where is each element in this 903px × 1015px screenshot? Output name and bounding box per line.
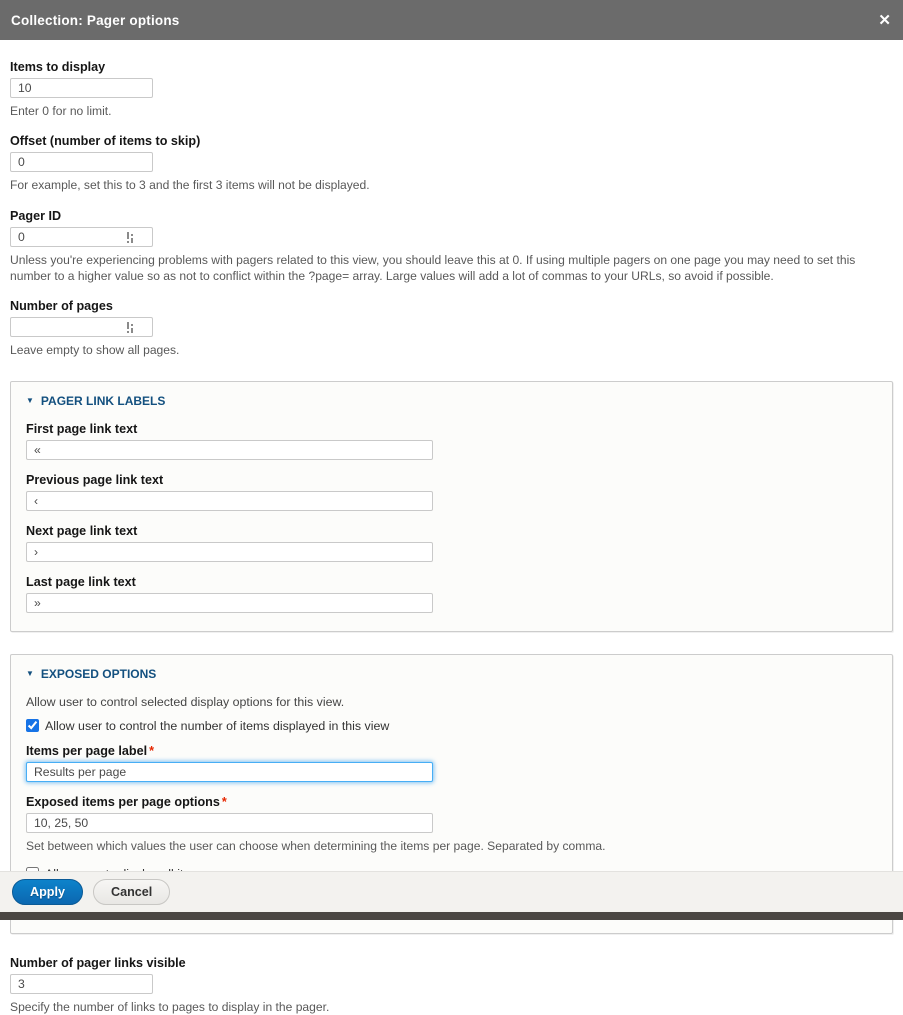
form-item-first-page-link: First page link text	[26, 422, 877, 460]
checkbox-row-control-items: Allow user to control the number of item…	[26, 719, 877, 733]
form-item-previous-page-link: Previous page link text	[26, 473, 877, 511]
previous-page-link-input[interactable]	[26, 491, 433, 511]
offset-label: Offset (number of items to skip)	[10, 134, 893, 148]
apply-button[interactable]: Apply	[12, 879, 83, 905]
form-item-items-to-display: Items to display Enter 0 for no limit.	[10, 60, 893, 119]
exposed-options-legend-text: EXPOSED OPTIONS	[41, 667, 156, 681]
cancel-button[interactable]: Cancel	[93, 879, 170, 905]
offset-description: For example, set this to 3 and the first…	[10, 177, 893, 193]
previous-page-link-label: Previous page link text	[26, 473, 877, 487]
exposed-items-options-label-text: Exposed items per page options	[26, 795, 220, 809]
form-item-pager-links-visible: Number of pager links visible Specify th…	[10, 956, 893, 1015]
pager-link-labels-legend-text: PAGER LINK LABELS	[41, 394, 165, 408]
items-to-display-input[interactable]	[10, 78, 153, 98]
control-items-checkbox-label[interactable]: Allow user to control the number of item…	[45, 719, 389, 733]
exposed-items-options-input[interactable]	[26, 813, 433, 833]
next-page-link-input[interactable]	[26, 542, 433, 562]
required-asterisk: *	[149, 744, 154, 758]
number-of-pages-label: Number of pages	[10, 299, 893, 313]
first-page-link-input[interactable]	[26, 440, 433, 460]
pager-links-visible-label: Number of pager links visible	[10, 956, 893, 970]
pager-id-description: Unless you're experiencing problems with…	[10, 252, 893, 285]
pager-links-visible-input[interactable]	[10, 974, 153, 994]
offset-input[interactable]	[10, 152, 153, 172]
items-per-page-label-input[interactable]	[26, 762, 433, 782]
number-of-pages-input[interactable]	[10, 317, 153, 337]
pager-links-visible-description: Specify the number of links to pages to …	[10, 999, 893, 1015]
fieldset-pager-link-labels: ▼ PAGER LINK LABELS First page link text…	[10, 381, 893, 632]
dialog-content: Items to display Enter 0 for no limit. O…	[0, 40, 903, 1015]
form-item-exposed-items-options: Exposed items per page options* Set betw…	[26, 795, 877, 854]
form-item-next-page-link: Next page link text	[26, 524, 877, 562]
form-item-items-per-page-label: Items per page label*	[26, 744, 877, 782]
control-items-checkbox[interactable]	[26, 719, 39, 732]
close-icon[interactable]: ✕	[878, 13, 891, 28]
exposed-options-legend[interactable]: ▼ EXPOSED OPTIONS	[26, 667, 877, 681]
pager-id-input[interactable]	[10, 227, 153, 247]
page-behind-strip	[0, 912, 903, 920]
exposed-options-description: Allow user to control selected display o…	[26, 695, 877, 709]
dialog-footer: Apply Cancel	[0, 871, 903, 912]
exposed-items-options-description: Set between which values the user can ch…	[26, 838, 877, 854]
collapse-arrow-icon: ▼	[26, 670, 34, 678]
dialog-title: Collection: Pager options	[11, 13, 180, 28]
form-item-last-page-link: Last page link text	[26, 575, 877, 613]
form-item-offset: Offset (number of items to skip) For exa…	[10, 134, 893, 193]
pager-link-labels-legend[interactable]: ▼ PAGER LINK LABELS	[26, 394, 877, 408]
form-item-pager-id: Pager ID Unless you're experiencing prob…	[10, 209, 893, 285]
next-page-link-label: Next page link text	[26, 524, 877, 538]
items-per-page-label-text: Items per page label	[26, 744, 147, 758]
pager-id-label: Pager ID	[10, 209, 893, 223]
last-page-link-input[interactable]	[26, 593, 433, 613]
form-item-number-of-pages: Number of pages Leave empty to show all …	[10, 299, 893, 358]
items-to-display-description: Enter 0 for no limit.	[10, 103, 893, 119]
last-page-link-label: Last page link text	[26, 575, 877, 589]
collapse-arrow-icon: ▼	[26, 397, 34, 405]
number-of-pages-description: Leave empty to show all pages.	[10, 342, 893, 358]
first-page-link-label: First page link text	[26, 422, 877, 436]
dialog-header: Collection: Pager options ✕	[0, 0, 903, 40]
required-asterisk: *	[222, 795, 227, 809]
items-to-display-label: Items to display	[10, 60, 893, 74]
